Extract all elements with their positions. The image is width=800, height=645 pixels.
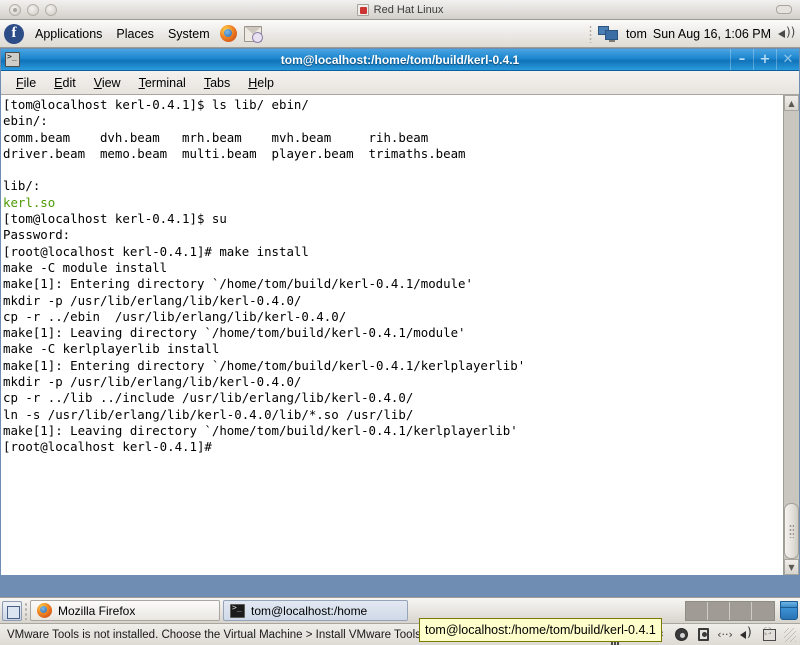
host-statusbar: VMware Tools is not installed. Choose th… bbox=[0, 623, 800, 645]
task-button-terminal[interactable]: tom@localhost:/home bbox=[223, 600, 408, 621]
terminal-line: make[1]: Leaving directory `/home/tom/bu… bbox=[3, 423, 783, 439]
displays-icon[interactable] bbox=[598, 25, 620, 43]
task-label: tom@localhost:/home bbox=[251, 604, 367, 618]
fedora-logo-icon[interactable]: f bbox=[4, 24, 24, 44]
terminal-line: make[1]: Entering directory `/home/tom/b… bbox=[3, 358, 783, 374]
terminal-line: driver.beam memo.beam multi.beam player.… bbox=[3, 146, 783, 162]
menu-view[interactable]: View bbox=[85, 74, 130, 92]
terminal-menubar: File Edit View Terminal Tabs Help bbox=[1, 71, 799, 95]
task-button-firefox[interactable]: Mozilla Firefox bbox=[30, 600, 220, 621]
terminal-window-controls: – + ✕ bbox=[730, 49, 799, 70]
terminal-line: make -C kerlplayerlib install bbox=[3, 341, 783, 357]
terminal-icon bbox=[230, 604, 245, 618]
top-panel-tray: tom Sun Aug 16, 1:06 PM bbox=[589, 25, 800, 43]
desktop-area[interactable]: tom@localhost:/home/tom/build/kerl-0.4.1… bbox=[0, 48, 800, 597]
workspace-switcher[interactable] bbox=[685, 601, 775, 621]
menu-file[interactable]: File bbox=[7, 74, 45, 92]
scrollbar-grip-icon bbox=[789, 524, 794, 538]
firefox-icon bbox=[220, 25, 237, 42]
terminal-line: mkdir -p /usr/lib/erlang/lib/kerl-0.4.0/ bbox=[3, 374, 783, 390]
minimize-button[interactable]: – bbox=[730, 49, 753, 70]
task-label: Mozilla Firefox bbox=[58, 604, 135, 618]
scroll-up-icon[interactable]: ▲ bbox=[784, 95, 799, 111]
launcher-firefox[interactable] bbox=[218, 23, 240, 45]
terminal-line: make -C module install bbox=[3, 260, 783, 276]
terminal-line: [tom@localhost kerl-0.4.1]$ ls lib/ ebin… bbox=[3, 97, 783, 113]
harddisk-icon[interactable] bbox=[696, 628, 710, 642]
terminal-icon bbox=[5, 52, 20, 67]
gnome-bottom-panel: Mozilla Firefox tom@localhost:/home bbox=[0, 597, 800, 623]
host-window-title-wrap: Red Hat Linux bbox=[0, 4, 800, 16]
scrollbar-track[interactable] bbox=[784, 111, 799, 559]
terminal-line: cp -r ../lib ../include /usr/lib/erlang/… bbox=[3, 390, 783, 406]
firefox-icon bbox=[37, 603, 52, 618]
terminal-line: ln -s /usr/lib/erlang/lib/kerl-0.4.0/lib… bbox=[3, 407, 783, 423]
movie-icon[interactable] bbox=[762, 628, 776, 642]
terminal-line: [root@localhost kerl-0.4.1]# make instal… bbox=[3, 244, 783, 260]
terminal-line: [root@localhost kerl-0.4.1]# bbox=[3, 439, 783, 455]
workspace-4[interactable] bbox=[752, 602, 774, 620]
scrollbar-thumb[interactable] bbox=[784, 503, 799, 559]
taskbar-tooltip: tom@localhost:/home/tom/build/kerl-0.4.1 bbox=[419, 618, 662, 642]
terminal-scrollbar[interactable]: ▲ ▼ bbox=[783, 95, 799, 575]
terminal-output[interactable]: [tom@localhost kerl-0.4.1]$ ls lib/ ebin… bbox=[1, 95, 783, 575]
host-titlebar: Red Hat Linux bbox=[0, 0, 800, 20]
scroll-down-icon[interactable]: ▼ bbox=[784, 559, 799, 575]
terminal-window: tom@localhost:/home/tom/build/kerl-0.4.1… bbox=[0, 48, 800, 576]
panel-clock[interactable]: Sun Aug 16, 1:06 PM bbox=[653, 27, 771, 41]
terminal-body: [tom@localhost kerl-0.4.1]$ ls lib/ ebin… bbox=[1, 95, 799, 575]
trash-icon[interactable] bbox=[780, 601, 798, 620]
guest-screen: f Applications Places System tom Sun Aug… bbox=[0, 20, 800, 623]
terminal-line: make[1]: Leaving directory `/home/tom/bu… bbox=[3, 325, 783, 341]
terminal-line: ebin/: bbox=[3, 113, 783, 129]
terminal-line: mkdir -p /usr/lib/erlang/lib/kerl-0.4.0/ bbox=[3, 293, 783, 309]
host-window-title: Red Hat Linux bbox=[374, 4, 444, 16]
launcher-evolution[interactable] bbox=[242, 23, 264, 45]
vmware-host-window: Red Hat Linux f Applications Places Syst… bbox=[0, 0, 800, 645]
workspace-1[interactable] bbox=[686, 602, 708, 620]
menu-terminal[interactable]: Terminal bbox=[130, 74, 195, 92]
terminal-titlebar[interactable]: tom@localhost:/home/tom/build/kerl-0.4.1… bbox=[1, 49, 799, 71]
terminal-window-title: tom@localhost:/home/tom/build/kerl-0.4.1 bbox=[1, 53, 799, 67]
terminal-line: Password: bbox=[3, 227, 783, 243]
menu-edit[interactable]: Edit bbox=[45, 74, 85, 92]
gnome-top-panel: f Applications Places System tom Sun Aug… bbox=[0, 20, 800, 48]
terminal-line bbox=[3, 162, 783, 178]
panel-username[interactable]: tom bbox=[626, 27, 647, 41]
terminal-line: cp -r ../ebin /usr/lib/erlang/lib/kerl-0… bbox=[3, 309, 783, 325]
speaker-icon[interactable] bbox=[740, 628, 754, 642]
cdrom-icon[interactable] bbox=[674, 628, 688, 642]
redhat-icon bbox=[357, 4, 369, 16]
host-collapse-button[interactable] bbox=[776, 5, 792, 14]
menu-tabs[interactable]: Tabs bbox=[195, 74, 239, 92]
menu-help[interactable]: Help bbox=[239, 74, 283, 92]
workspace-3[interactable] bbox=[730, 602, 752, 620]
terminal-line: [tom@localhost kerl-0.4.1]$ su bbox=[3, 211, 783, 227]
panel-grip-handle bbox=[24, 602, 28, 620]
resize-grip-icon[interactable] bbox=[784, 628, 796, 642]
close-button[interactable]: ✕ bbox=[776, 49, 799, 70]
terminal-line: kerl.so bbox=[3, 195, 783, 211]
terminal-line: make[1]: Entering directory `/home/tom/b… bbox=[3, 276, 783, 292]
terminal-line: comm.beam dvh.beam mrh.beam mvh.beam rih… bbox=[3, 130, 783, 146]
menu-places[interactable]: Places bbox=[109, 25, 161, 43]
show-desktop-icon[interactable] bbox=[2, 601, 22, 621]
menu-system[interactable]: System bbox=[161, 25, 217, 43]
evolution-icon bbox=[244, 26, 262, 42]
panel-grip-handle bbox=[589, 25, 592, 43]
maximize-button[interactable]: + bbox=[753, 49, 776, 70]
workspace-2[interactable] bbox=[708, 602, 730, 620]
menu-applications[interactable]: Applications bbox=[28, 25, 109, 43]
terminal-line: lib/: bbox=[3, 178, 783, 194]
volume-icon[interactable] bbox=[777, 26, 795, 42]
network-icon[interactable]: ‹··› bbox=[718, 628, 732, 642]
